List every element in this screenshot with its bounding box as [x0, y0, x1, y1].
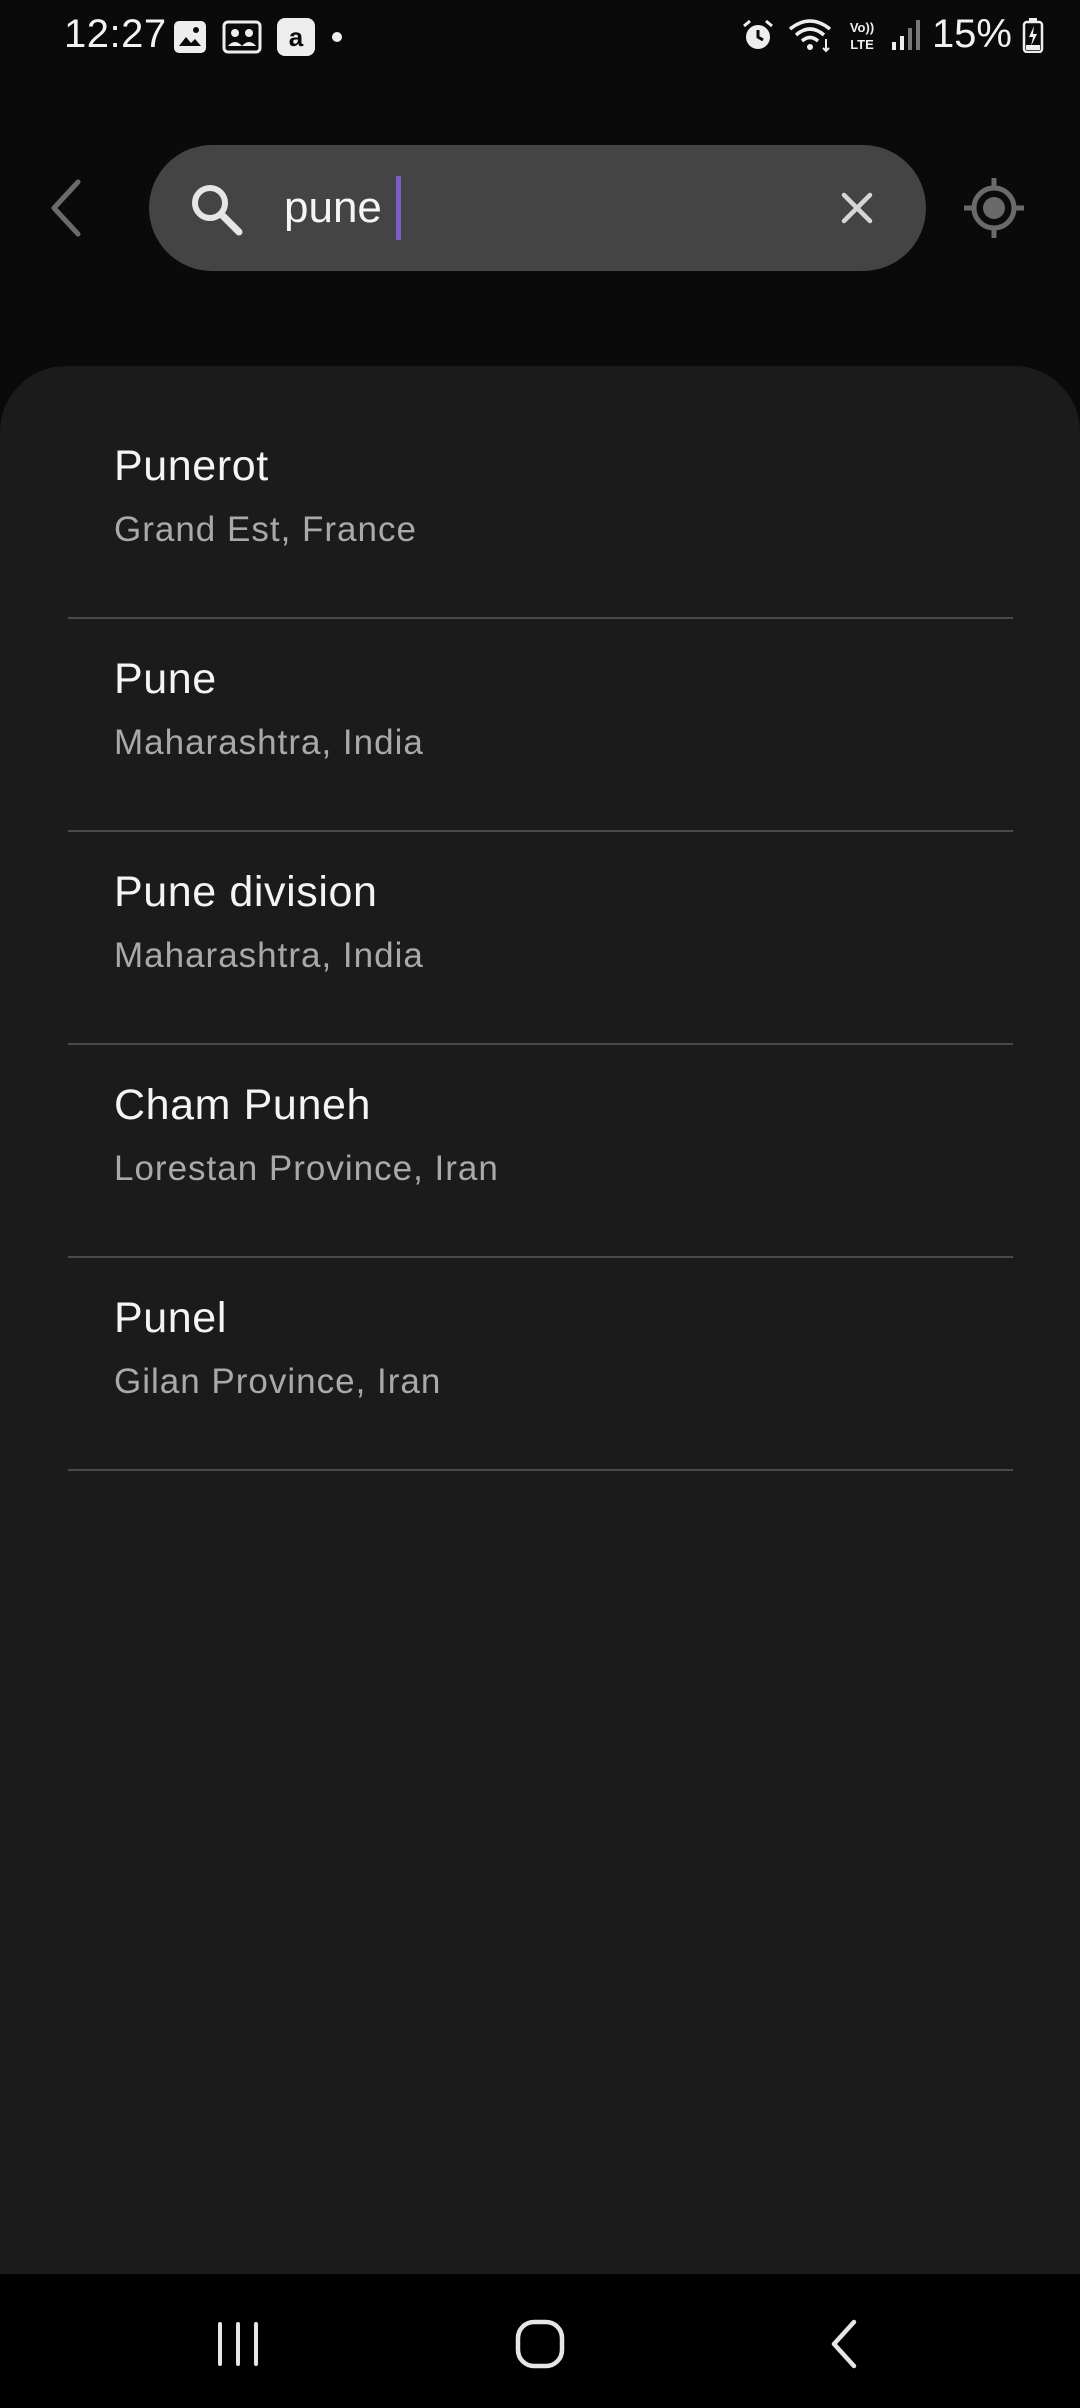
- result-item[interactable]: Cham Puneh Lorestan Province, Iran: [68, 1045, 1013, 1258]
- result-item[interactable]: Pune division Maharashtra, India: [68, 832, 1013, 1045]
- home-icon: [515, 2319, 565, 2369]
- result-item[interactable]: Punerot Grand Est, France: [68, 406, 1013, 619]
- results-sheet: Punerot Grand Est, France Pune Maharasht…: [0, 366, 1080, 2274]
- result-region: Grand Est, France: [114, 510, 417, 549]
- svg-text:a: a: [289, 22, 304, 52]
- volte-icon: Vo)) LTE: [850, 20, 874, 52]
- contacts-card-icon: [222, 20, 262, 54]
- status-bar: 12:27 a Vo)) LTE 15%: [0, 0, 1080, 70]
- result-name: Punerot: [114, 442, 269, 490]
- status-right-icons: Vo)) LTE 15%: [740, 12, 1044, 57]
- back-button[interactable]: [36, 168, 96, 248]
- search-bar[interactable]: pune: [149, 145, 926, 271]
- result-name: Cham Puneh: [114, 1081, 371, 1129]
- navigation-bar: [0, 2274, 1080, 2408]
- gallery-icon: [174, 21, 206, 53]
- home-button[interactable]: [500, 2304, 580, 2384]
- result-region: Maharashtra, India: [114, 723, 424, 762]
- search-input[interactable]: pune: [284, 145, 401, 271]
- text-caret: [395, 176, 401, 240]
- result-region: Lorestan Province, Iran: [114, 1149, 499, 1188]
- close-icon: [841, 192, 873, 224]
- result-region: Maharashtra, India: [114, 936, 424, 975]
- svg-text:LTE: LTE: [850, 37, 874, 52]
- notification-dot-icon: [332, 32, 342, 42]
- current-location-button[interactable]: [962, 176, 1026, 240]
- result-name: Pune: [114, 655, 217, 703]
- back-arrow-icon: [51, 179, 81, 237]
- amazon-icon: a: [277, 18, 315, 56]
- status-left-icons: a: [172, 17, 344, 57]
- alarm-icon: [742, 19, 773, 49]
- my-location-icon: [964, 178, 1024, 238]
- result-item[interactable]: Punel Gilan Province, Iran: [68, 1258, 1013, 1471]
- recents-icon: [218, 2322, 258, 2366]
- search-icon: [192, 185, 243, 236]
- result-list: Punerot Grand Est, France Pune Maharasht…: [68, 406, 1013, 1471]
- search-query-text: pune: [284, 183, 382, 232]
- screen: 12:27 a Vo)) LTE 15% pune Punerot Grand …: [0, 0, 1080, 2408]
- wifi-icon: [788, 18, 832, 52]
- battery-charging-icon: [1022, 17, 1044, 53]
- result-item[interactable]: Pune Maharashtra, India: [68, 619, 1013, 832]
- clear-search-button[interactable]: [832, 183, 882, 233]
- result-region: Gilan Province, Iran: [114, 1362, 442, 1401]
- result-name: Pune division: [114, 868, 378, 916]
- back-icon: [831, 2319, 857, 2369]
- status-time: 12:27: [64, 12, 167, 56]
- recents-button[interactable]: [198, 2304, 278, 2384]
- result-name: Punel: [114, 1294, 227, 1342]
- signal-icon: [891, 19, 920, 50]
- system-back-button[interactable]: [804, 2304, 884, 2384]
- battery-percent: 15%: [931, 12, 1012, 56]
- svg-text:Vo)): Vo)): [850, 20, 874, 35]
